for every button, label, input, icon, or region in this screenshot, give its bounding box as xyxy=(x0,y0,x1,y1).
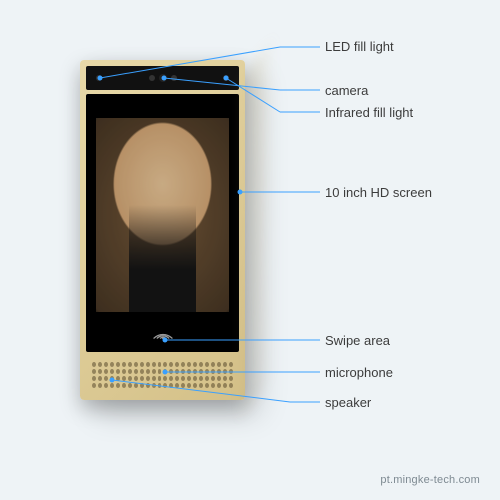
face-preview xyxy=(96,118,229,312)
pin-camera xyxy=(162,76,167,81)
pin-ir xyxy=(224,76,229,81)
display-screen xyxy=(86,94,239,352)
label-speaker: speaker xyxy=(325,395,371,410)
label-camera: camera xyxy=(325,83,368,98)
label-screen-10in: 10 inch HD screen xyxy=(325,185,432,200)
pin-mic xyxy=(163,370,168,375)
device-body xyxy=(80,60,245,400)
label-swipe-area: Swipe area xyxy=(325,333,390,348)
label-infrared-fill-light: Infrared fill light xyxy=(325,105,413,120)
pin-screen xyxy=(238,190,243,195)
ir-dot xyxy=(149,75,155,81)
watermark-text: pt.mingke-tech.com xyxy=(380,474,480,486)
pin-speaker xyxy=(110,378,115,383)
speaker-area xyxy=(86,356,239,394)
pin-led xyxy=(98,76,103,81)
speaker-grille xyxy=(86,360,239,390)
pin-swipe xyxy=(163,338,168,343)
ir-dot xyxy=(171,75,177,81)
label-microphone: microphone xyxy=(325,365,393,380)
label-led-fill-light: LED fill light xyxy=(325,39,394,54)
